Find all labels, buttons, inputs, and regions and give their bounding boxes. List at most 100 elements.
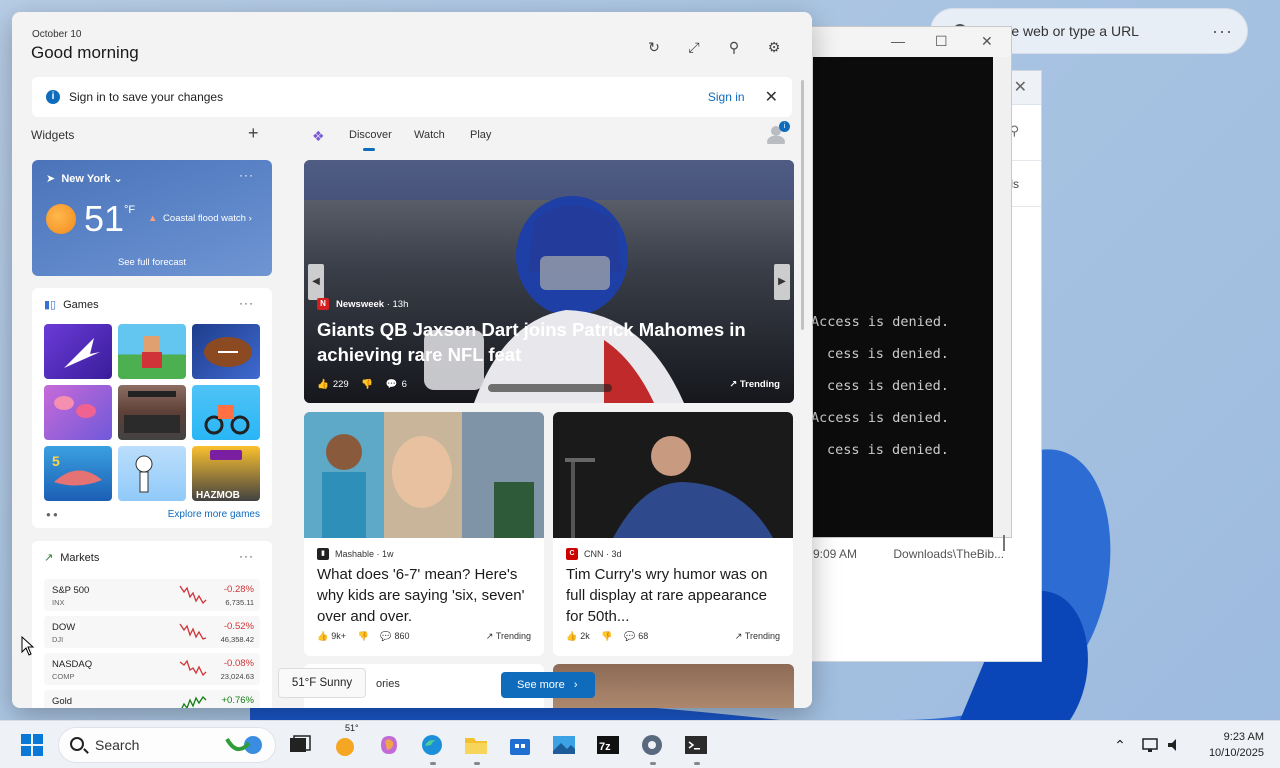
article-source-name: CNN <box>584 549 604 559</box>
weather-location[interactable]: ➤ New York ⌄ <box>46 172 123 185</box>
clock[interactable]: 9:23 AM 10/10/2025 <box>1196 729 1264 761</box>
dislike-icon[interactable]: 👎 <box>358 631 369 641</box>
copilot-icon[interactable] <box>377 733 401 757</box>
article-source: C CNN · 3d <box>566 548 622 560</box>
settings-icon[interactable] <box>640 733 664 757</box>
forecast-link[interactable]: See full forecast <box>32 257 272 268</box>
game-tile-stickman-game[interactable] <box>118 446 186 501</box>
more-options-icon[interactable]: ··· <box>239 296 254 310</box>
article-card[interactable]: C CNN · 3d Tim Curry's wry humor was on … <box>553 412 793 656</box>
volume-icon[interactable] <box>1164 733 1188 757</box>
game-tile-block-runner[interactable] <box>118 324 186 379</box>
market-row-gold[interactable]: Gold +0.76% <box>44 690 260 708</box>
like-icon[interactable]: 👍 <box>566 631 577 641</box>
copilot-icon[interactable]: ❖ <box>312 128 325 145</box>
signin-message: Sign in to save your changes <box>69 90 224 104</box>
article-likes: 2k <box>580 631 590 641</box>
minimize-icon[interactable]: — <box>891 33 905 49</box>
terminal-scrollbar[interactable] <box>993 57 1011 551</box>
chevron-right-icon: › <box>567 679 578 691</box>
board-scrollbar[interactable] <box>801 80 804 330</box>
dislike-icon[interactable]: 👎 <box>361 379 373 390</box>
tab-discover[interactable]: Discover <box>349 129 392 141</box>
edge-icon[interactable] <box>420 733 444 757</box>
weather-widget[interactable]: ➤ New York ⌄ ··· 51 °F ▲ Coastal flood w… <box>32 160 272 276</box>
market-row-nasdaq[interactable]: NASDAQ COMP -0.08% 23,024.63 <box>44 653 260 685</box>
trending-icon: ↗ <box>729 379 738 390</box>
trending-icon: ↗ <box>485 631 494 641</box>
market-name: S&P 500 <box>52 585 90 596</box>
like-icon[interactable]: 👍 <box>317 631 328 641</box>
image-viewer-icon[interactable] <box>552 733 576 757</box>
weather-alert[interactable]: ▲ Coastal flood watch › <box>148 213 252 224</box>
network-icon[interactable] <box>1140 733 1164 757</box>
signin-banner: i Sign in to save your changes Sign in ✕ <box>32 77 792 117</box>
start-icon[interactable] <box>20 733 44 757</box>
weather-location-label: New York <box>61 173 111 185</box>
next-slide-button[interactable]: ▶ <box>774 264 790 300</box>
task-view-icon[interactable] <box>288 733 312 757</box>
file-explorer-icon[interactable] <box>464 733 488 757</box>
hero-article[interactable]: ◀ ▶ N Newsweek · 13h Giants QB Jaxson Da… <box>304 160 794 403</box>
file-time: 9:09 AM <box>813 547 858 561</box>
article-actions: 👍 2k 👎 💬 68 <box>566 631 657 642</box>
market-change: -0.52% <box>223 621 254 632</box>
article-card[interactable]: ▮ Mashable · 1w What does '6-7' mean? He… <box>304 412 544 656</box>
refresh-icon[interactable]: ↻ <box>644 37 664 57</box>
comment-icon[interactable]: 💬 <box>380 631 391 641</box>
carousel-dots[interactable]: ● ● <box>46 510 58 519</box>
close-icon[interactable]: ✕ <box>1014 77 1027 97</box>
like-icon[interactable]: 👍 <box>317 379 329 390</box>
see-more-button[interactable]: See more › <box>501 672 595 698</box>
pin-icon[interactable]: ⚲ <box>724 37 744 57</box>
explore-games-link[interactable]: Explore more games <box>168 509 260 520</box>
close-icon[interactable]: ✕ <box>981 33 993 50</box>
article-card-text: ories <box>376 678 400 690</box>
terminal-output: Access is denied. cess is denied. cess i… <box>811 312 949 472</box>
hero-trending-label: Trending <box>739 379 780 390</box>
weather-tooltip: 51°F Sunny <box>278 668 366 698</box>
7zip-icon[interactable]: 7z <box>596 733 620 757</box>
article-age: 3d <box>611 549 622 559</box>
slide-pager[interactable] <box>488 384 612 392</box>
prev-slide-button[interactable]: ◀ <box>308 264 324 300</box>
game-tile-football[interactable] <box>192 324 260 379</box>
weather-taskbar-icon[interactable] <box>333 733 357 757</box>
mouse-cursor-icon <box>21 636 35 656</box>
game-tile-makeup-brushes[interactable] <box>44 385 112 440</box>
game-tile-road-racer[interactable] <box>118 385 186 440</box>
store-icon[interactable] <box>508 733 532 757</box>
market-change: -0.08% <box>223 658 254 669</box>
hero-actions: 👍 229 👎 💬 6 <box>317 379 417 390</box>
article-comments: 860 <box>394 631 410 641</box>
maximize-icon[interactable]: ☐ <box>935 33 948 50</box>
more-options-icon[interactable]: ··· <box>239 549 254 563</box>
game-tile-moto-bike[interactable] <box>192 385 260 440</box>
add-widget-button[interactable]: + <box>248 123 259 144</box>
running-indicator <box>474 762 480 765</box>
dislike-icon[interactable]: 👎 <box>601 631 612 641</box>
file-row[interactable]: 9:09 AM Downloads\TheBib... <box>813 547 1004 561</box>
market-row-sp500[interactable]: S&P 500 INX -0.28% 6,735.11 <box>44 579 260 611</box>
tab-watch[interactable]: Watch <box>414 129 445 141</box>
close-icon[interactable]: ✕ <box>765 87 778 107</box>
profile-avatar[interactable]: i <box>765 121 790 146</box>
more-options-icon[interactable]: ··· <box>1212 21 1233 42</box>
more-options-icon[interactable]: ··· <box>239 168 254 182</box>
newsweek-logo-icon: N <box>317 298 329 310</box>
chevron-up-icon[interactable]: ⌃ <box>1108 733 1132 757</box>
game-tile-playgama-hazmob[interactable]: HAZMOB <box>192 446 260 501</box>
settings-icon[interactable]: ⚙ <box>764 37 784 57</box>
tab-play[interactable]: Play <box>470 129 491 141</box>
game-tile-arrow-puzzle[interactable] <box>44 324 112 379</box>
market-name: DOW <box>52 622 76 633</box>
expand-icon[interactable]: ⤢ <box>684 37 704 57</box>
signin-link[interactable]: Sign in <box>708 90 745 104</box>
taskbar-search[interactable]: Search <box>58 727 276 763</box>
comment-icon[interactable]: 💬 <box>624 631 635 641</box>
game-tile-shark-game[interactable]: 5 <box>44 446 112 501</box>
terminal-icon[interactable] <box>684 733 708 757</box>
comment-icon[interactable]: 💬 <box>386 379 398 390</box>
board-date: October 10 <box>32 29 82 40</box>
market-row-dow[interactable]: DOW DJI -0.52% 46,358.42 <box>44 616 260 648</box>
